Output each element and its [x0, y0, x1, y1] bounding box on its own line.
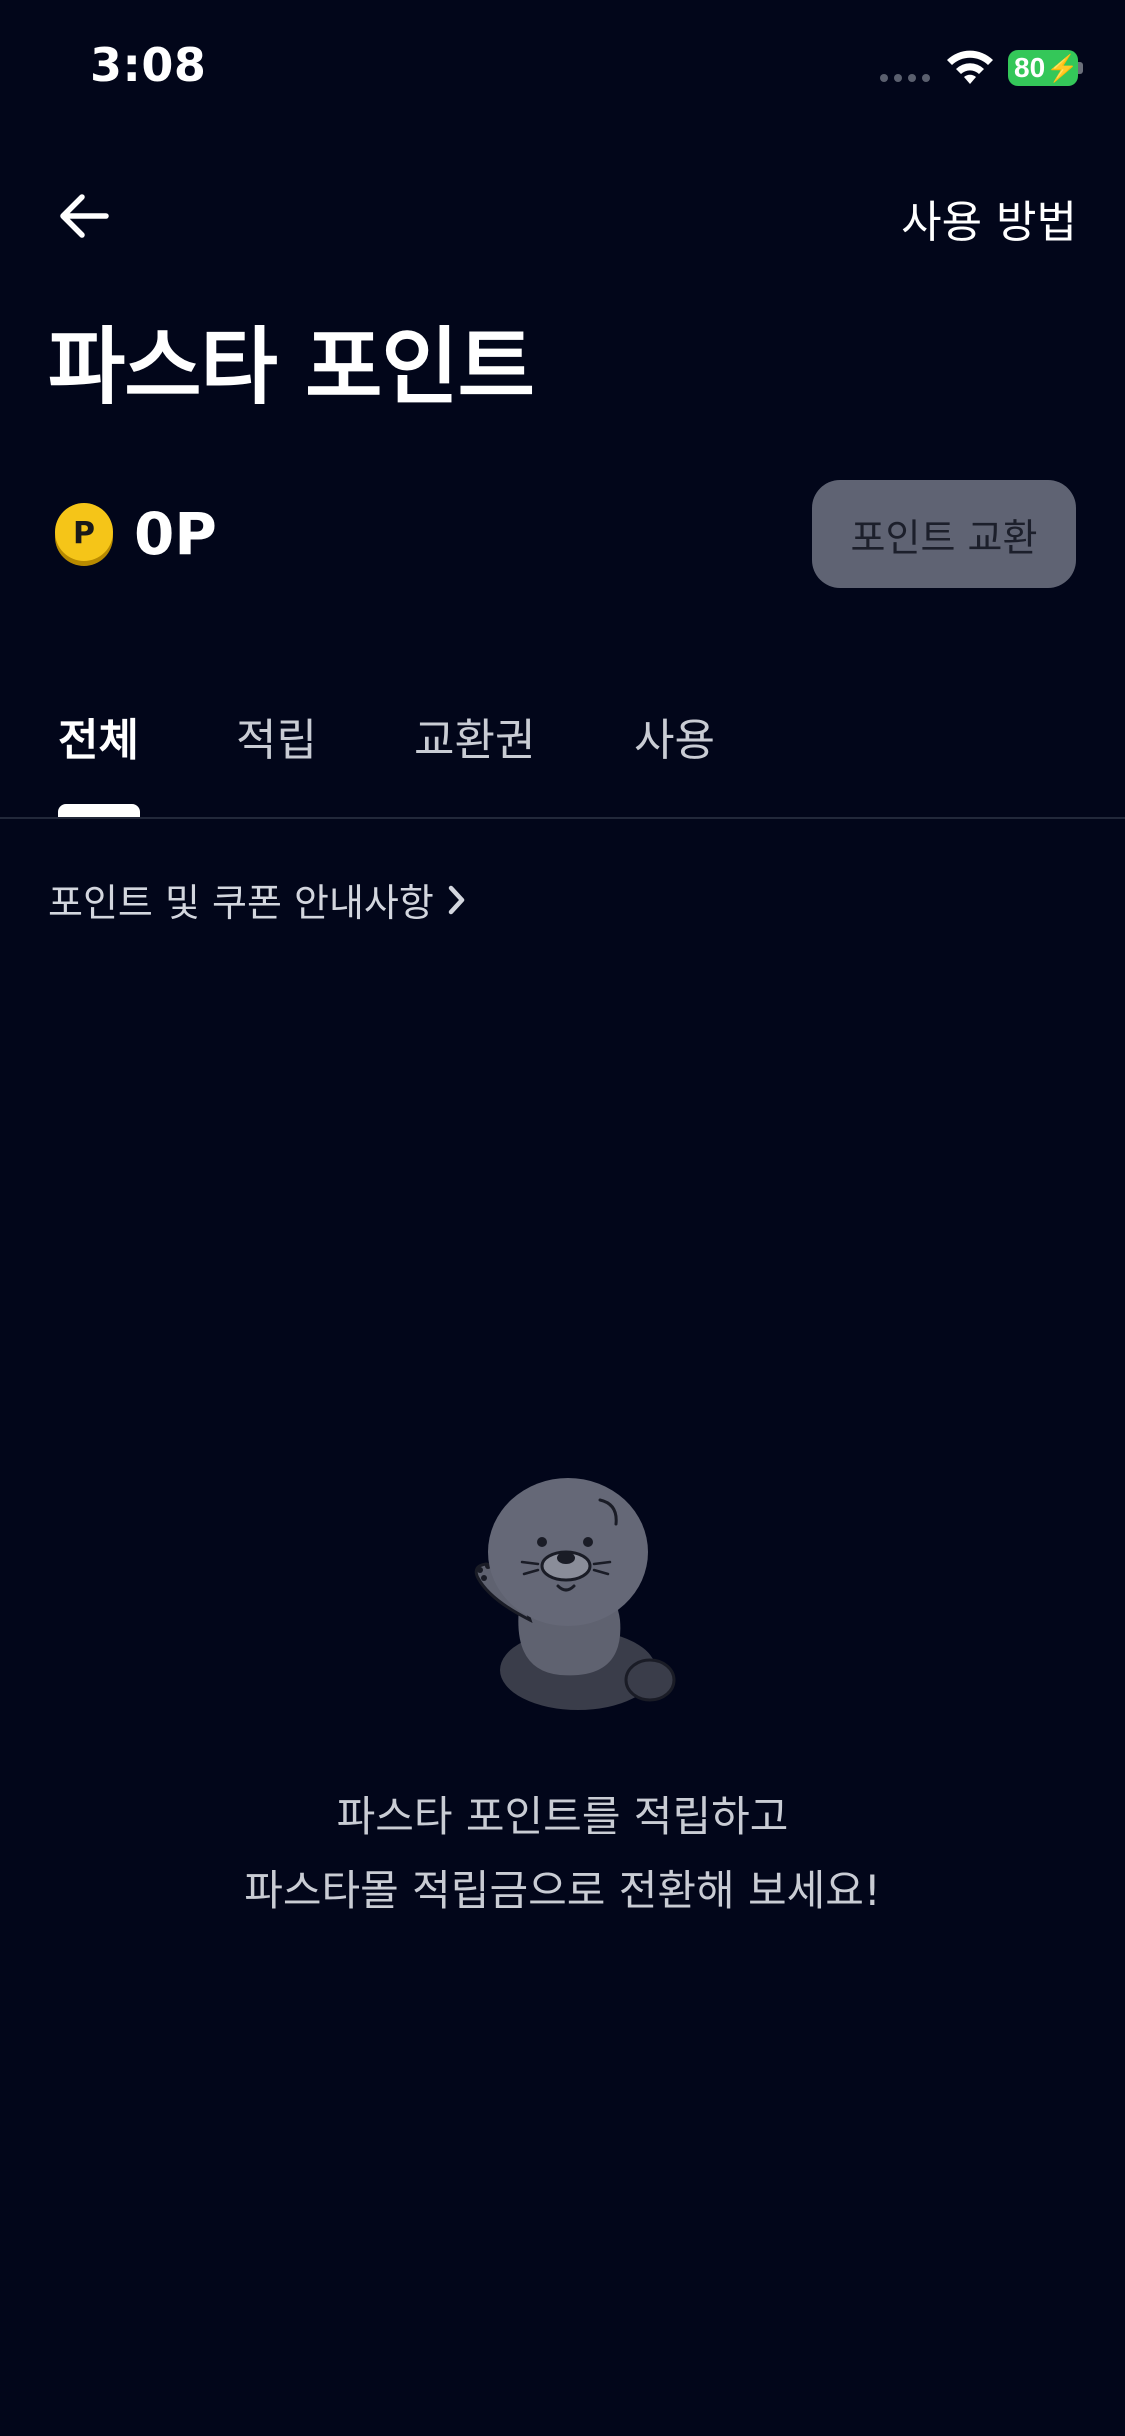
chevron-right-icon [448, 885, 465, 914]
empty-state-line-2: 파스타몰 적립금으로 전환해 보세요! [244, 1866, 881, 1915]
tab-all[interactable]: 전체 [58, 704, 139, 768]
coin-letter: P [73, 516, 95, 551]
wifi-icon [947, 50, 993, 84]
status-time: 3:08 [90, 38, 207, 92]
character-waving-icon [474, 1478, 676, 1710]
cellular-signal-icon [880, 74, 930, 82]
points-balance: 0P [134, 500, 217, 568]
tab-voucher[interactable]: 교환권 [414, 704, 535, 768]
point-exchange-button[interactable]: 포인트 교환 [812, 480, 1076, 588]
page-title: 파스타 포인트 [48, 318, 535, 416]
active-tab-indicator [58, 804, 140, 818]
battery-level: 80 [1014, 52, 1046, 83]
tab-divider [0, 817, 1125, 819]
back-arrow-icon[interactable] [52, 184, 116, 248]
empty-state-line-1: 파스타 포인트를 적립하고 [336, 1792, 789, 1841]
battery-indicator: 80 ⚡ [1008, 50, 1079, 86]
usage-guide-link[interactable]: 사용 방법 [901, 186, 1077, 250]
tab-bar: 전체 적립 교환권 사용 [0, 660, 1125, 818]
points-coupon-notice-link[interactable]: 포인트 및 쿠폰 안내사항 [48, 872, 468, 927]
empty-state-message: 파스타 포인트를 적립하고 파스타몰 적립금으로 전환해 보세요! [0, 1780, 1125, 1928]
coin-p-icon: P [55, 503, 113, 566]
tab-earned[interactable]: 적립 [236, 704, 317, 768]
charging-bolt-icon: ⚡ [1046, 52, 1079, 83]
notice-label: 포인트 및 쿠폰 안내사항 [48, 881, 434, 925]
battery-cap [1078, 62, 1083, 74]
tab-used[interactable]: 사용 [634, 704, 715, 768]
